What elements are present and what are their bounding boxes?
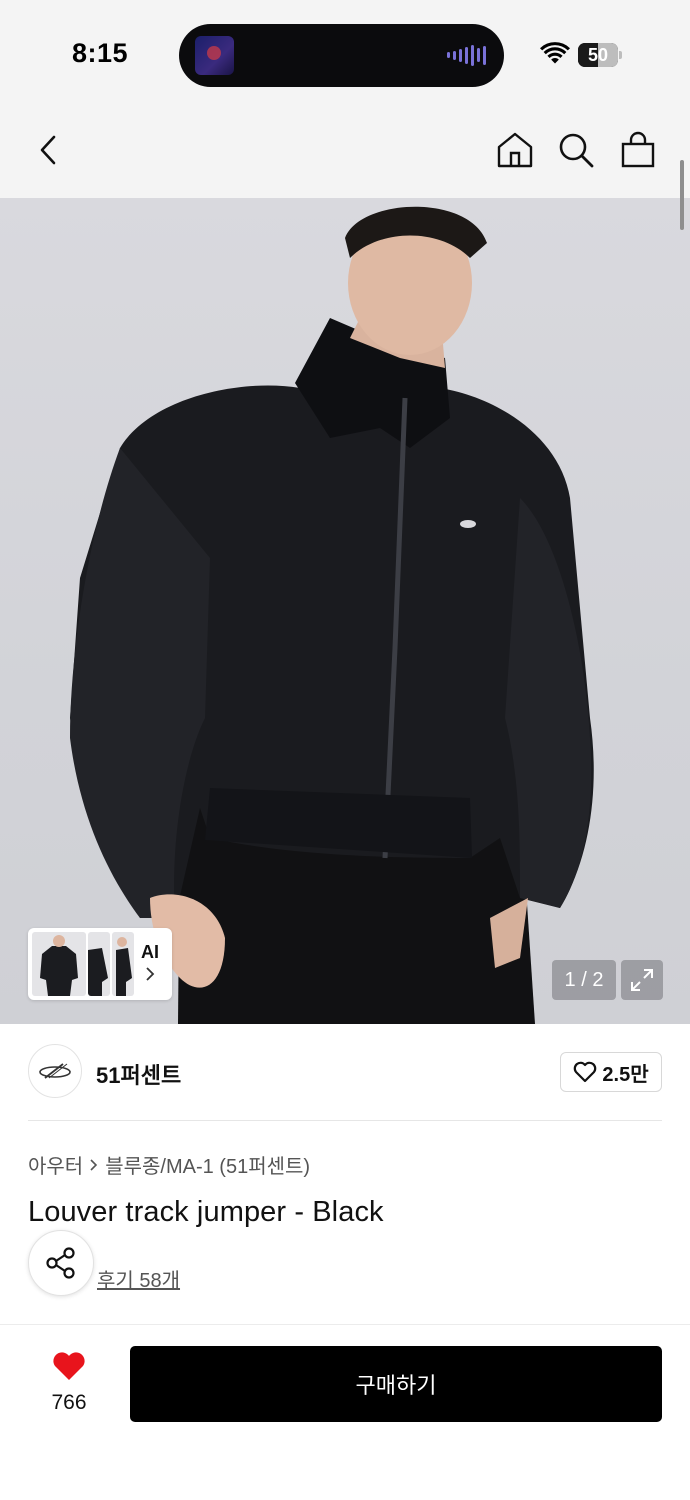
scroll-indicator[interactable]	[680, 160, 684, 230]
bottom-action-bar: 766 구매하기	[0, 1324, 690, 1500]
expand-button[interactable]	[621, 960, 663, 1000]
brand-name[interactable]: 51퍼센트	[96, 1058, 181, 1090]
share-button[interactable]	[28, 1230, 94, 1296]
share-icon	[46, 1247, 75, 1279]
chevron-right-icon	[90, 1158, 98, 1171]
buy-button[interactable]: 구매하기	[130, 1346, 662, 1422]
nav-bar	[0, 100, 690, 198]
status-time: 8:15	[72, 38, 129, 68]
search-button[interactable]	[554, 128, 598, 172]
audio-wave-icon	[447, 44, 486, 66]
product-title: Louver track jumper - Black	[28, 1196, 384, 1228]
home-icon	[497, 132, 533, 168]
thumbnail-1	[32, 932, 86, 996]
page-indicator: 1 / 2	[552, 960, 616, 1000]
product-image[interactable]: AI 1 / 2	[0, 198, 690, 1024]
back-button[interactable]	[26, 128, 70, 172]
chevron-right-icon	[146, 967, 155, 981]
heart-filled-icon	[53, 1352, 85, 1380]
heart-outline-icon	[574, 1061, 597, 1083]
brand-logo[interactable]	[28, 1044, 82, 1098]
product-photo	[70, 206, 594, 1024]
breadcrumb: 아우터 블루종/MA-1 (51퍼센트)	[28, 1150, 310, 1179]
brand-like-count: 2.5만	[602, 1063, 649, 1086]
expand-icon	[631, 969, 653, 991]
shopping-bag-icon	[621, 131, 655, 168]
brand-row: 51퍼센트 2.5만	[0, 1024, 690, 1122]
battery-icon: 50	[578, 43, 622, 67]
home-button[interactable]	[493, 128, 537, 172]
brand-logo-icon	[39, 1063, 71, 1079]
divider	[28, 1120, 662, 1121]
wifi-icon	[540, 42, 570, 64]
breadcrumb-subcategory[interactable]: 블루종/MA-1 (51퍼센트)	[105, 1150, 310, 1179]
thumbnail-2	[88, 932, 110, 996]
album-art-icon	[195, 36, 234, 75]
wishlist-count: 766	[51, 1391, 87, 1414]
dynamic-island[interactable]	[179, 24, 504, 87]
brand-like-button[interactable]: 2.5만	[560, 1052, 662, 1092]
thumbnail-3	[112, 932, 134, 996]
breadcrumb-category[interactable]: 아우터	[28, 1150, 83, 1179]
review-link[interactable]: 후기 58개	[97, 1264, 180, 1293]
wishlist-button[interactable]: 766	[40, 1349, 98, 1419]
ai-thumbnail-card[interactable]: AI	[28, 928, 172, 1000]
status-bar: 8:15 50	[0, 0, 690, 100]
battery-level: 50	[587, 45, 609, 65]
cart-button[interactable]	[616, 128, 660, 172]
back-arrow-icon	[40, 135, 56, 165]
search-icon	[559, 133, 594, 168]
ai-label: AI	[141, 942, 159, 962]
